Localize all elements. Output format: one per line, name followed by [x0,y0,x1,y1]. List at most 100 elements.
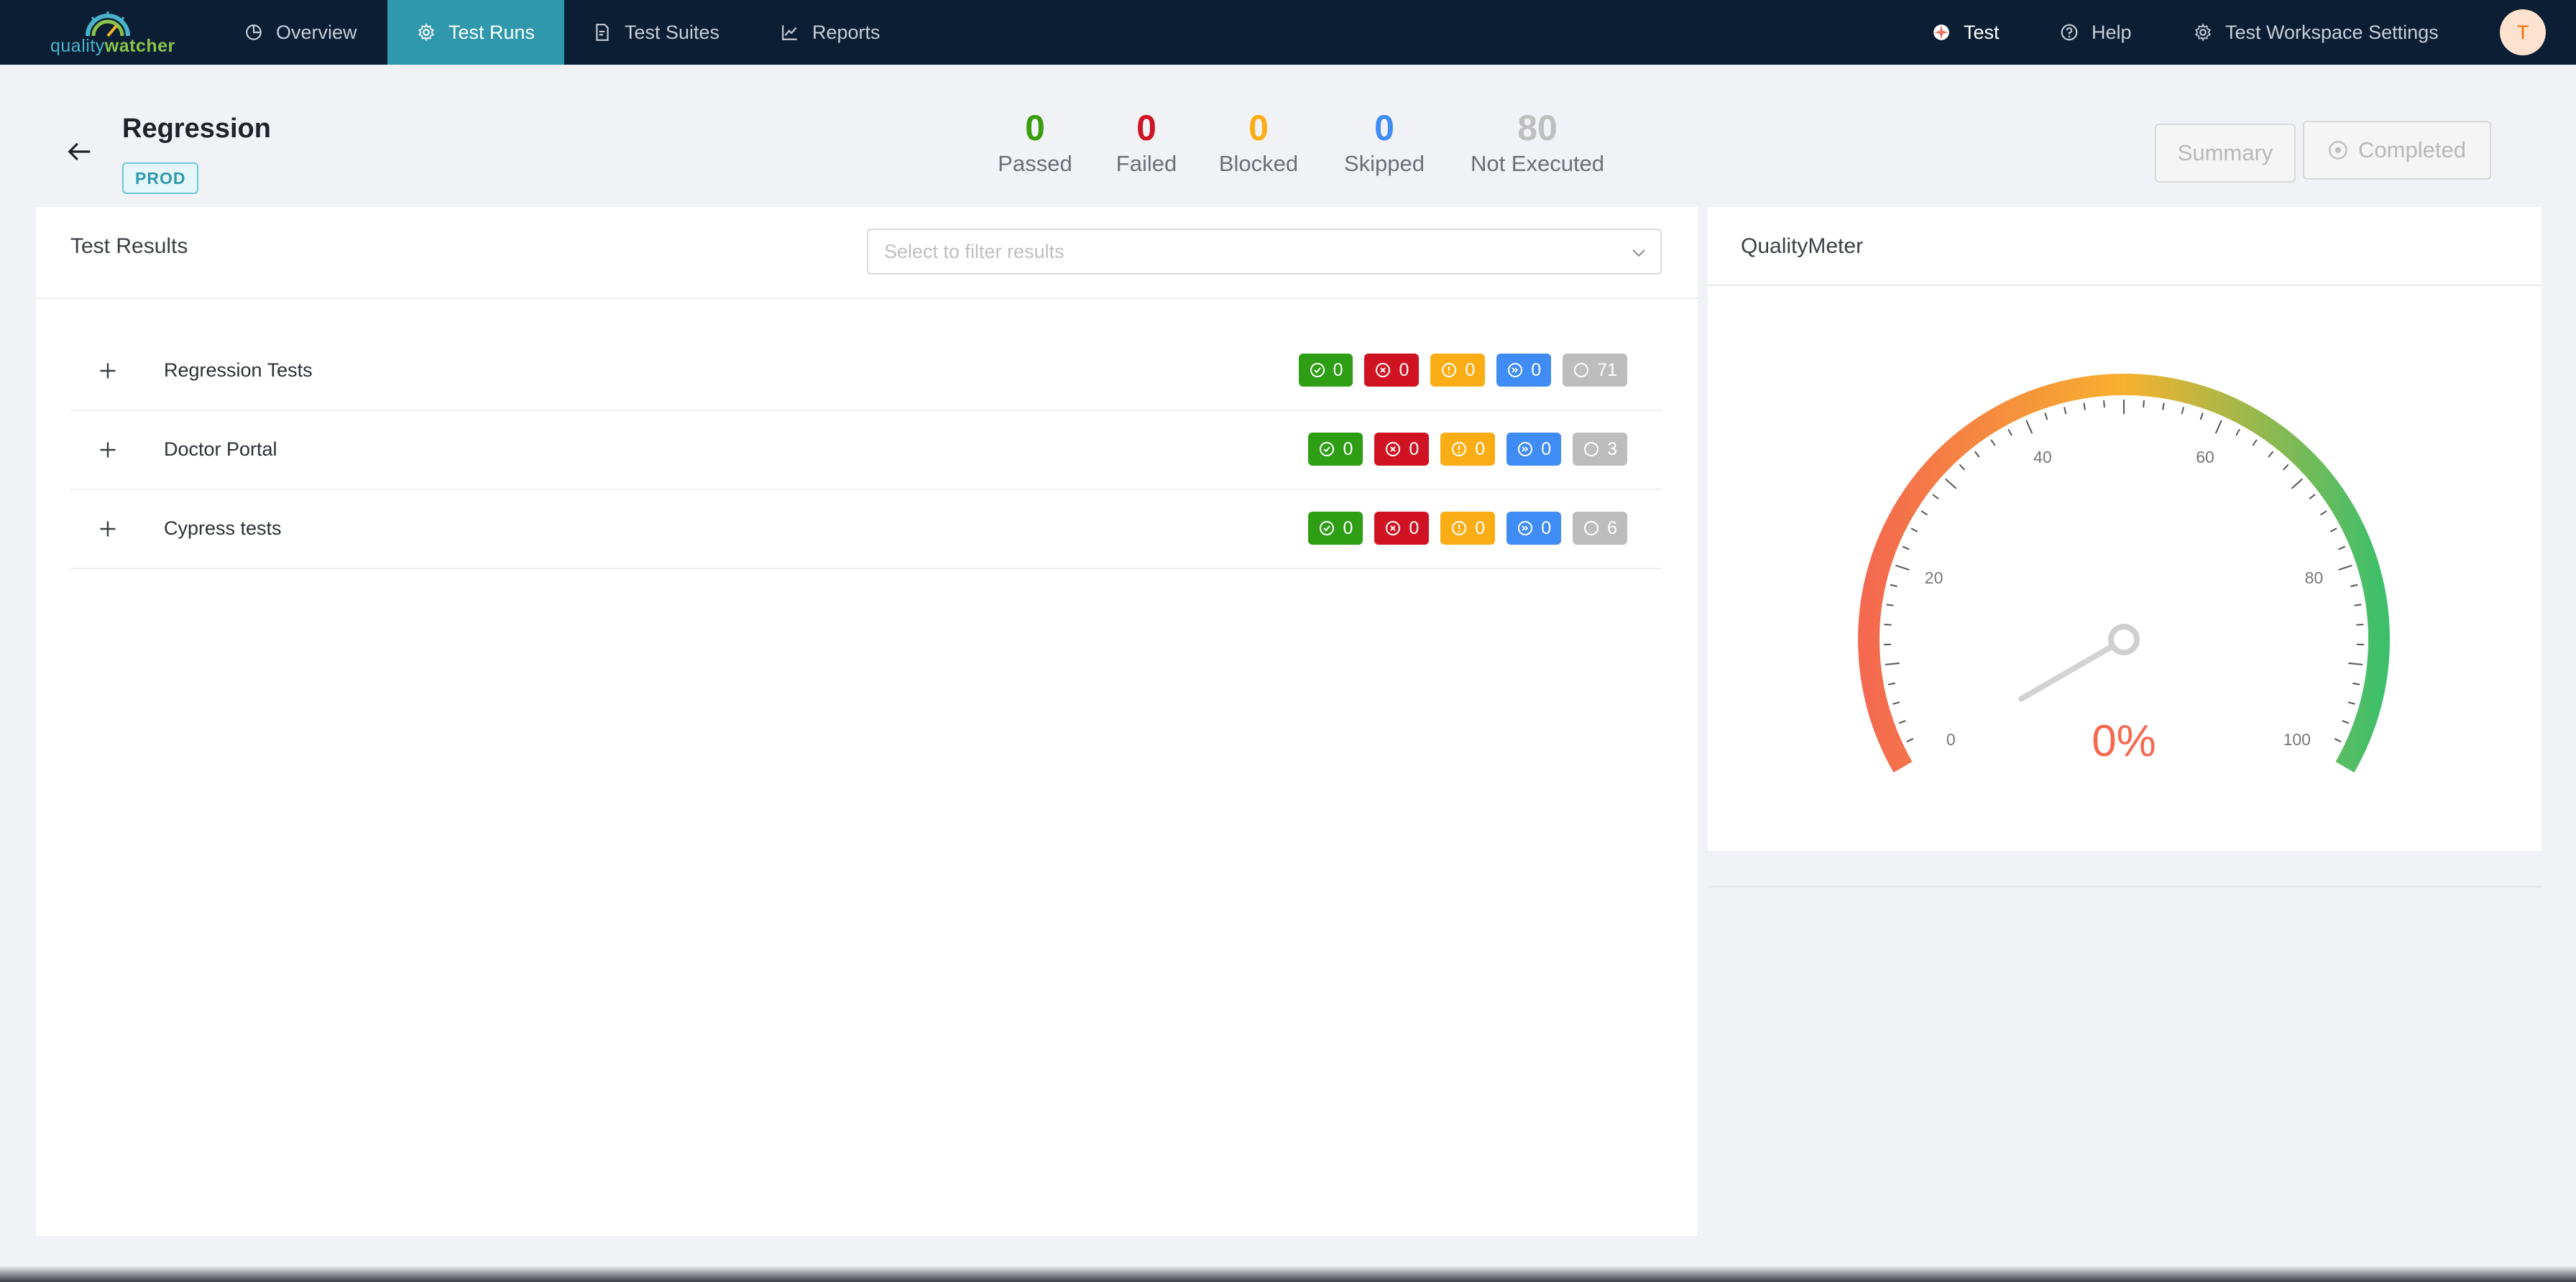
gauge-needle [2018,637,2127,702]
gauge-tick [1906,738,1914,743]
help-link[interactable]: Help [2060,0,2132,65]
quality-gauge: 0 20 40 60 80 100 0% [1858,374,2390,773]
blocked-count: 0 [1475,438,1486,459]
forward-circle-icon [1508,363,1523,377]
nav-reports[interactable]: Reports [781,0,880,65]
avatar[interactable]: T [2500,9,2546,55]
gauge-tick [2083,402,2086,410]
test-results-title: Test Results [70,234,188,258]
nav-overview[interactable]: Overview [216,0,386,65]
failed-count: 0 [1409,438,1420,459]
filter-select[interactable]: Select to filter results [867,229,1662,275]
gauge-tick [2268,451,2274,458]
gauge-tick [1910,527,1918,532]
back-arrow-icon[interactable] [66,138,93,165]
skipped-count: 0 [1531,359,1542,380]
gauge-tick [1892,701,1900,705]
gauge-tick [2162,402,2165,410]
exclamation-circle-icon [1452,442,1467,456]
gauge-tick [1886,604,1894,607]
suite-name[interactable]: Regression Tests [164,359,313,382]
gauge-tick [2214,420,2222,434]
workspace-switcher[interactable]: Test [1932,0,2000,65]
passed-count: 0 [1343,517,1353,538]
gauge-tick [2342,720,2350,724]
expand-plus-icon[interactable] [95,437,121,463]
gauge-tick [2338,564,2352,571]
close-circle-icon [1386,521,1401,535]
gauge-tick [1898,720,1906,724]
gauge-tick [1887,682,1895,686]
failed-count: 0 [1409,517,1420,538]
gauge-tick [2044,412,2048,420]
gauge-tick [2354,604,2362,607]
stat-not-executed-value: 80 [1517,108,1558,148]
forward-circle-icon [1518,521,1533,535]
environment-tag: PROD [122,162,199,194]
not-executed-count: 6 [1607,517,1617,538]
chevron-down-icon [1632,249,1645,257]
gauge-tick [1890,584,1898,587]
skipped-badge: 0 [1496,354,1552,387]
nav-test-suites[interactable]: Test Suites [593,0,719,65]
gauge-tick-label: 40 [2033,448,2052,466]
gauge-tick [2025,420,2033,434]
gauge-tick [1974,451,1980,458]
gauge-tick-label: 0 [1946,730,1956,749]
gauge-tick [2334,738,2342,743]
panel-header-divider [36,298,1698,299]
expand-plus-icon[interactable] [95,516,121,542]
gauge-tick [2350,584,2358,587]
passed-badge: 0 [1308,512,1363,545]
stat-passed-label: Passed [998,151,1072,176]
empty-circle-icon [1584,521,1599,535]
empty-circle-icon [1584,442,1599,456]
blocked-badge: 0 [1440,433,1496,466]
gauge-tick [2143,400,2145,408]
empty-circle-icon [1574,363,1589,377]
forward-circle-icon [1518,442,1533,456]
suite-row[interactable]: Cypress tests 0 0 0 0 6 [70,490,1662,569]
gear-icon [418,23,435,42]
completed-button[interactable]: Completed [2303,121,2491,180]
filter-placeholder: Select to filter results [884,240,1064,262]
passed-badge: 0 [1298,354,1353,387]
gauge-tick-labels: 0 20 40 60 80 100 [1925,448,2323,749]
gauge-tick [1885,662,1900,665]
settings-gear-icon [2194,23,2212,42]
exclamation-circle-icon [1452,521,1467,535]
gauge-tick [2007,428,2012,436]
gauge-tick [1895,564,1910,571]
gauge-tick [2356,624,2364,626]
workspace-label: Test [1964,21,2000,43]
stat-blocked-label: Blocked [1218,151,1299,176]
gauge-tick-label: 60 [2196,448,2214,466]
gauge-tick [1902,545,1910,550]
check-circle-icon [1320,521,1335,535]
suite-name[interactable]: Doctor Portal [164,438,277,461]
suite-row[interactable]: Doctor Portal 0 0 0 0 3 [70,411,1662,490]
workspace-icon [1933,24,1949,40]
blocked-badge: 0 [1430,354,1486,387]
nav-test-runs[interactable]: Test Runs [387,0,564,65]
check-circle-icon [1310,363,1325,377]
app-logo[interactable]: qualitywatcher [50,7,175,57]
suite-name[interactable]: Cypress tests [164,517,282,540]
gauge-tick [1884,624,1892,626]
page-title: Regression [122,114,271,144]
workspace-settings-link[interactable]: Test Workspace Settings [2194,0,2439,65]
gauge-tick [2329,527,2337,532]
gauge-tick [2199,412,2204,420]
stat-passed: 0 Passed [992,106,1078,177]
summary-button[interactable]: Summary [2155,124,2296,183]
stat-failed-value: 0 [1136,108,1156,148]
gauge-arc [1858,374,2390,773]
suite-badges: 0 0 0 0 6 [1308,512,1627,545]
stat-passed-value: 0 [1025,108,1045,148]
passed-count: 0 [1343,438,1353,459]
top-navbar: qualitywatcher Overview Test Runs Test S… [0,0,2576,65]
suite-row[interactable]: Regression Tests 0 0 0 0 71 [70,332,1662,411]
expand-plus-icon[interactable] [95,358,121,384]
pie-chart-icon [246,24,262,40]
logo-gauge-icon [86,11,130,37]
